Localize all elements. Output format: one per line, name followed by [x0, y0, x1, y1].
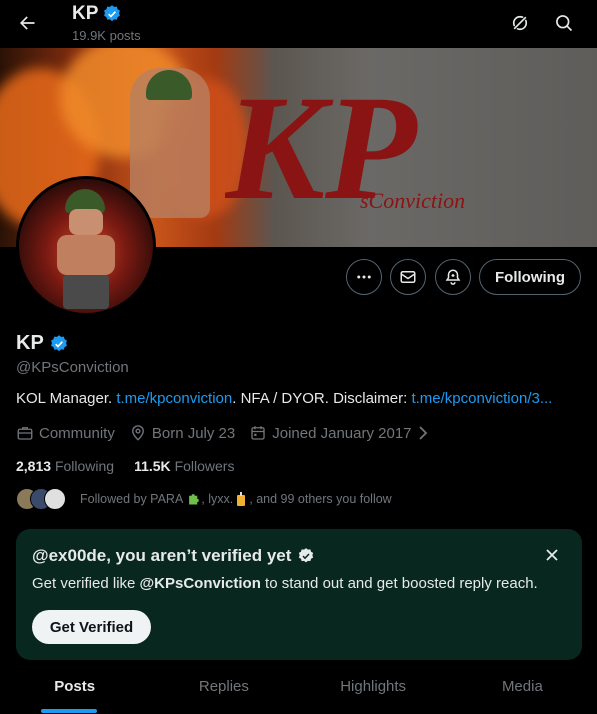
followed-by-tail: , and 99 others you follow — [249, 492, 392, 506]
tab-media[interactable]: Media — [448, 664, 597, 714]
posts-count: 19.9K posts — [72, 28, 141, 43]
joined-item[interactable]: Joined January 2017 — [249, 424, 428, 442]
grok-icon — [512, 15, 528, 31]
followed-by-text: Followed by PARA — [80, 492, 184, 506]
header-title: KP — [72, 3, 122, 25]
verification-card: @ex00de, you aren’t verified yet Get ver… — [16, 529, 582, 660]
back-button[interactable] — [10, 6, 44, 40]
followers-count: 11.5K — [134, 458, 171, 474]
search-button[interactable] — [549, 8, 579, 38]
back-arrow-icon — [20, 16, 35, 30]
avatar — [44, 488, 66, 510]
chevron-right-icon — [418, 426, 427, 440]
following-count: 2,813 — [16, 458, 52, 474]
puzzle-emoji-icon — [189, 493, 200, 504]
bio-text: KOL Manager. — [16, 390, 117, 407]
follow-stats: 2,813 Following 11.5K Followers — [16, 458, 234, 474]
profile-handle: @KPsConviction — [16, 359, 129, 376]
followed-by-row[interactable]: Followed by PARA , lyxx. , and 99 others… — [16, 488, 392, 510]
verified-badge-icon — [299, 548, 314, 563]
search-icon — [556, 15, 573, 32]
followers-label: Followers — [174, 458, 235, 474]
bio-link-disclaimer[interactable]: t.me/kpconviction/3... — [411, 390, 552, 407]
tab-replies[interactable]: Replies — [149, 664, 298, 714]
verification-card-text: Get verified like @KPsConviction to stan… — [32, 575, 538, 592]
more-button[interactable] — [346, 259, 382, 295]
briefcase-icon — [17, 427, 33, 440]
bio-text: . NFA / DYOR. Disclaimer: — [232, 390, 412, 407]
display-name: KP — [16, 332, 44, 354]
profile-bio: KOL Manager. t.me/kpconviction. NFA / DY… — [16, 390, 586, 407]
following-button[interactable]: Following — [479, 259, 581, 295]
following-label: Following — [54, 458, 115, 474]
close-icon — [546, 549, 558, 561]
notifications-button[interactable] — [435, 259, 471, 295]
notification-bell-icon — [445, 269, 461, 285]
bio-link-telegram[interactable]: t.me/kpconviction — [116, 390, 232, 407]
category-label: Community — [39, 424, 115, 442]
verify-text-prefix: Get verified like — [32, 575, 140, 592]
grok-button[interactable] — [505, 8, 535, 38]
profile-avatar[interactable] — [16, 176, 156, 316]
followers-stat[interactable]: 11.5K Followers — [134, 458, 234, 474]
svg-text:sConviction: sConviction — [360, 188, 465, 213]
message-button[interactable] — [390, 259, 426, 295]
verification-card-title: @ex00de, you aren’t verified yet — [32, 546, 315, 566]
profile-name: KP — [16, 332, 69, 355]
birthday-label: Born July 23 — [151, 424, 236, 442]
following-stat[interactable]: 2,813 Following — [16, 458, 114, 474]
category-item: Community — [16, 424, 115, 442]
drink-emoji-icon — [237, 491, 246, 506]
top-header: KP 19.9K posts — [0, 0, 597, 48]
followed-by-mid: , lyxx. — [201, 492, 234, 506]
banner-logo: KP sConviction — [225, 68, 465, 231]
location-pin-icon — [131, 425, 144, 441]
verify-text-suffix: to stand out and get boosted reply reach… — [260, 575, 538, 592]
calendar-icon — [251, 426, 265, 440]
verified-badge-icon[interactable] — [49, 334, 69, 354]
close-card-button[interactable] — [540, 543, 564, 567]
header-name: KP — [72, 3, 99, 24]
profile-meta: Community Born July 23 Joined January 20… — [16, 424, 443, 442]
verify-text-handle: @KPsConviction — [139, 575, 261, 592]
tab-highlights[interactable]: Highlights — [299, 664, 448, 714]
tab-posts[interactable]: Posts — [0, 664, 149, 714]
avatar-image — [19, 179, 153, 313]
birthday-item: Born July 23 — [129, 424, 235, 442]
profile-tabs: Posts Replies Highlights Media — [0, 664, 597, 714]
active-tab-indicator — [41, 709, 97, 713]
verification-title-text: @ex00de, you aren’t verified yet — [32, 546, 292, 565]
more-icon — [357, 275, 371, 279]
message-icon — [400, 271, 416, 283]
verified-badge-icon — [104, 5, 121, 22]
follower-avatars — [16, 488, 66, 510]
joined-label: Joined January 2017 — [272, 424, 412, 442]
get-verified-button[interactable]: Get Verified — [32, 610, 151, 644]
